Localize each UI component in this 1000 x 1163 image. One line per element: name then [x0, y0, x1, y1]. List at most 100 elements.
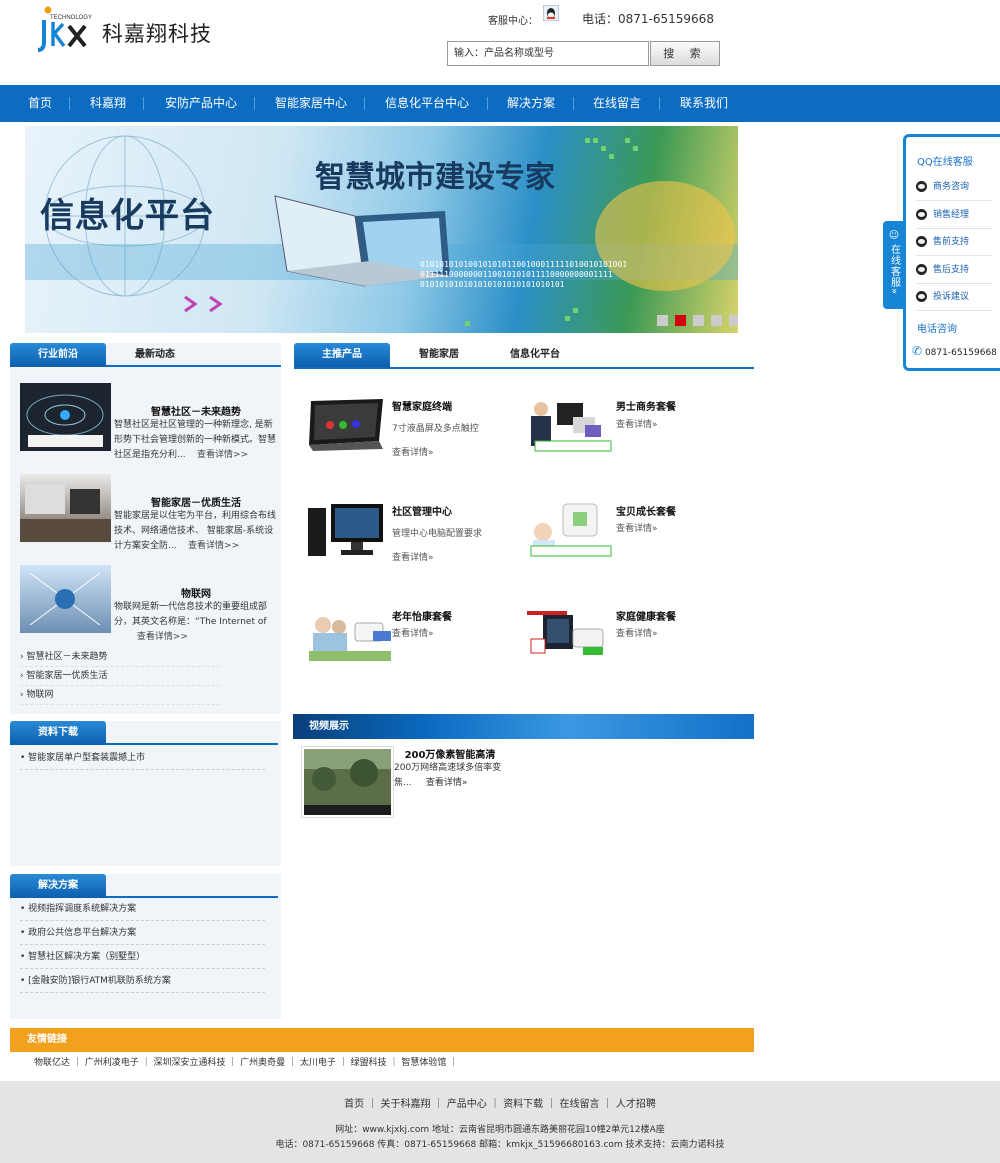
product-name[interactable]: 宝贝成长套餐 [616, 503, 676, 518]
read-more-link[interactable]: 查看详情» [392, 550, 434, 563]
video-section-title: 视频展示 [309, 721, 349, 732]
news-title[interactable]: 物联网 [114, 585, 278, 600]
footer-navigation[interactable]: 首页 ｜ 关于科嘉翔 ｜ 产品中心 ｜ 资料下载 ｜ 在线留言 ｜ 人才招聘 [0, 1095, 1000, 1110]
list-item[interactable]: • 智能家居单户型套装震撼上市 [20, 747, 265, 770]
footer-contact: 电话：0871-65159668 传真：0871-65159668 邮箱：kmk… [275, 1140, 725, 1150]
side-title: QQ在线客服 [917, 157, 973, 168]
read-more-link[interactable]: 查看详情>> [137, 632, 188, 642]
solutions-panel: 解决方案 • 视频指挥调度系统解决方案 • 政府公共信息平台解决方案 • 智慧社… [10, 874, 281, 1019]
product-name[interactable]: 社区管理中心 [392, 503, 452, 518]
logo-small-text: TECHNOLOGY [50, 15, 92, 21]
read-more-link[interactable]: 查看详情» [616, 417, 658, 430]
product-image[interactable] [523, 500, 612, 562]
product-name[interactable]: 老年怡康套餐 [392, 608, 452, 623]
read-more-link[interactable]: 查看详情>> [197, 450, 248, 460]
product-image[interactable] [305, 500, 385, 562]
footer: 首页 ｜ 关于科嘉翔 ｜ 产品中心 ｜ 资料下载 ｜ 在线留言 ｜ 人才招聘 网… [0, 1081, 1000, 1163]
industry-news-panel: 行业前沿 最新动态 智慧社区－未来趋势 智慧社区是社区管理的一种新理念, 是新形… [10, 343, 281, 714]
online-service-toggle[interactable]: ☺ 在线客服» [883, 221, 905, 309]
product-image[interactable] [523, 603, 604, 665]
friend-links-title: 友情链接 [10, 1028, 754, 1052]
product-name[interactable]: 家庭健康套餐 [616, 608, 676, 623]
read-more-link[interactable]: 查看详情» [616, 521, 658, 534]
video-item-title[interactable]: 200万像素智能高清 [395, 746, 505, 761]
qq-sales-manager[interactable]: 销售经理 [916, 202, 992, 229]
news-title[interactable]: 智慧社区－未来趋势 [114, 403, 278, 418]
banner-title-left: 信息化平台 [40, 196, 215, 236]
qq-presales-support[interactable]: 售前支持 [916, 229, 992, 256]
product-image[interactable] [305, 603, 391, 665]
banner-title-right: 智慧城市建设专家 [315, 160, 555, 195]
list-item[interactable]: • 视频指挥调度系统解决方案 [20, 898, 265, 921]
banner-dot-3[interactable] [693, 315, 704, 326]
downloads-panel: 资料下载 • 智能家居单户型套装震撼上市 [10, 721, 281, 866]
banner-dot-5[interactable] [729, 315, 738, 326]
product-name[interactable]: 男士商务套餐 [616, 398, 676, 413]
list-item[interactable]: › 智慧社区－未来趋势 [20, 648, 220, 667]
video-item-description: 200万网络高速球多倍率变焦... 查看详情» [394, 763, 502, 788]
side-phone-title: 电话咨询 [917, 324, 957, 335]
tab-industry[interactable]: 行业前沿 [10, 343, 106, 367]
video-thumbnail[interactable] [301, 746, 394, 818]
read-more-link[interactable]: 查看详情» [392, 445, 434, 458]
nav-smart-home[interactable]: 智能家居中心 [275, 85, 347, 122]
company-logo[interactable]: TECHNOLOGY [36, 6, 94, 54]
list-item[interactable]: • [金融安防]银行ATM机联防系统方案 [20, 970, 265, 993]
service-center-label: 客服中心： [488, 16, 538, 27]
read-more-link[interactable]: 查看详情» [392, 626, 434, 639]
nav-info-platform[interactable]: 信息化平台中心 [385, 85, 469, 122]
search-input[interactable]: 输入：产品名称或型号 [447, 41, 649, 66]
news-description: 智慧社区是社区管理的一种新理念, 是新形势下社会管理创新的一种新模式。智慧社区是… [114, 420, 277, 460]
footer-address: 网址：www.kjxkj.com 地址：云南省昆明市圆通东路美丽花园10幢2单元… [335, 1125, 665, 1135]
tab-latest-news[interactable]: 最新动态 [112, 343, 198, 367]
search-button[interactable]: 搜 索 [650, 41, 720, 66]
products-tabbar: 主推产品 智能家居 信息化平台 [294, 343, 754, 369]
qq-business-inquiry[interactable]: 商务咨询 [916, 174, 992, 201]
qq-complaints[interactable]: 投诉建议 [916, 284, 992, 311]
banner-dot-2-active[interactable] [675, 315, 686, 326]
product-image[interactable] [523, 393, 612, 455]
phone-icon: ✆ [912, 344, 923, 358]
nav-about[interactable]: 科嘉翔 [90, 85, 126, 122]
qq-icon [916, 209, 927, 220]
product-name[interactable]: 智慧家庭终端 [392, 398, 452, 413]
product-description: 7寸液晶屏及多点触控 [392, 424, 479, 434]
nav-security-products[interactable]: 安防产品中心 [165, 85, 237, 122]
nav-contact[interactable]: 联系我们 [680, 85, 728, 122]
qq-icon [916, 264, 927, 275]
news-title[interactable]: 智能家居－优质生活 [114, 494, 278, 509]
side-phone: ✆ 0871-65159668 [912, 344, 997, 358]
solutions-title[interactable]: 解决方案 [10, 874, 106, 898]
video-section-header: 视频展示 [293, 714, 754, 739]
banner-dot-4[interactable] [711, 315, 722, 326]
qq-aftersales-support[interactable]: 售后支持 [916, 257, 992, 284]
read-more-link[interactable]: 查看详情>> [188, 541, 239, 551]
list-item[interactable]: › 物联网 [20, 686, 220, 705]
qq-icon [916, 181, 927, 192]
company-name: 科嘉翔科技 [102, 22, 212, 46]
tab-featured-products[interactable]: 主推产品 [294, 343, 390, 367]
nav-home[interactable]: 首页 [28, 85, 52, 122]
hero-banner[interactable]: 信息化平台 智慧城市建设专家 0101010101001010101100100… [25, 126, 738, 333]
read-more-link[interactable]: 查看详情» [616, 626, 658, 639]
product-image[interactable] [305, 393, 385, 455]
news-image-smart-home[interactable] [20, 474, 111, 542]
online-service-panel: QQ在线客服 商务咨询 销售经理 售前支持 售后支持 投诉建议 电话咨询 ✆ 0… [903, 134, 1000, 371]
friend-links[interactable]: 物联亿达 ｜ 广州利凌电子 ｜ 深圳深安立通科技 ｜ 广州奥奇曼 ｜ 太川电子 … [34, 1055, 458, 1068]
list-item[interactable]: • 政府公共信息平台解决方案 [20, 922, 265, 945]
nav-message[interactable]: 在线留言 [593, 85, 641, 122]
downloads-title[interactable]: 资料下载 [10, 721, 106, 745]
banner-binary-text: 0101010101001010101100100011111010010101… [420, 260, 628, 289]
qq-icon[interactable] [542, 4, 560, 22]
news-image-smart-community[interactable] [20, 383, 111, 451]
tab-info-platform[interactable]: 信息化平台 [490, 343, 580, 367]
list-item[interactable]: › 智能家居一优质生活 [20, 667, 220, 686]
tab-smart-home[interactable]: 智能家居 [394, 343, 484, 367]
list-item[interactable]: • 智慧社区解决方案（别墅型） [20, 946, 265, 969]
banner-dot-1[interactable] [657, 315, 668, 326]
users-icon: ☺ [888, 230, 900, 241]
read-more-link[interactable]: 查看详情» [426, 778, 468, 788]
nav-solutions[interactable]: 解决方案 [507, 85, 555, 122]
news-image-iot[interactable] [20, 565, 111, 633]
product-description: 管理中心电脑配置要求 [392, 529, 483, 539]
